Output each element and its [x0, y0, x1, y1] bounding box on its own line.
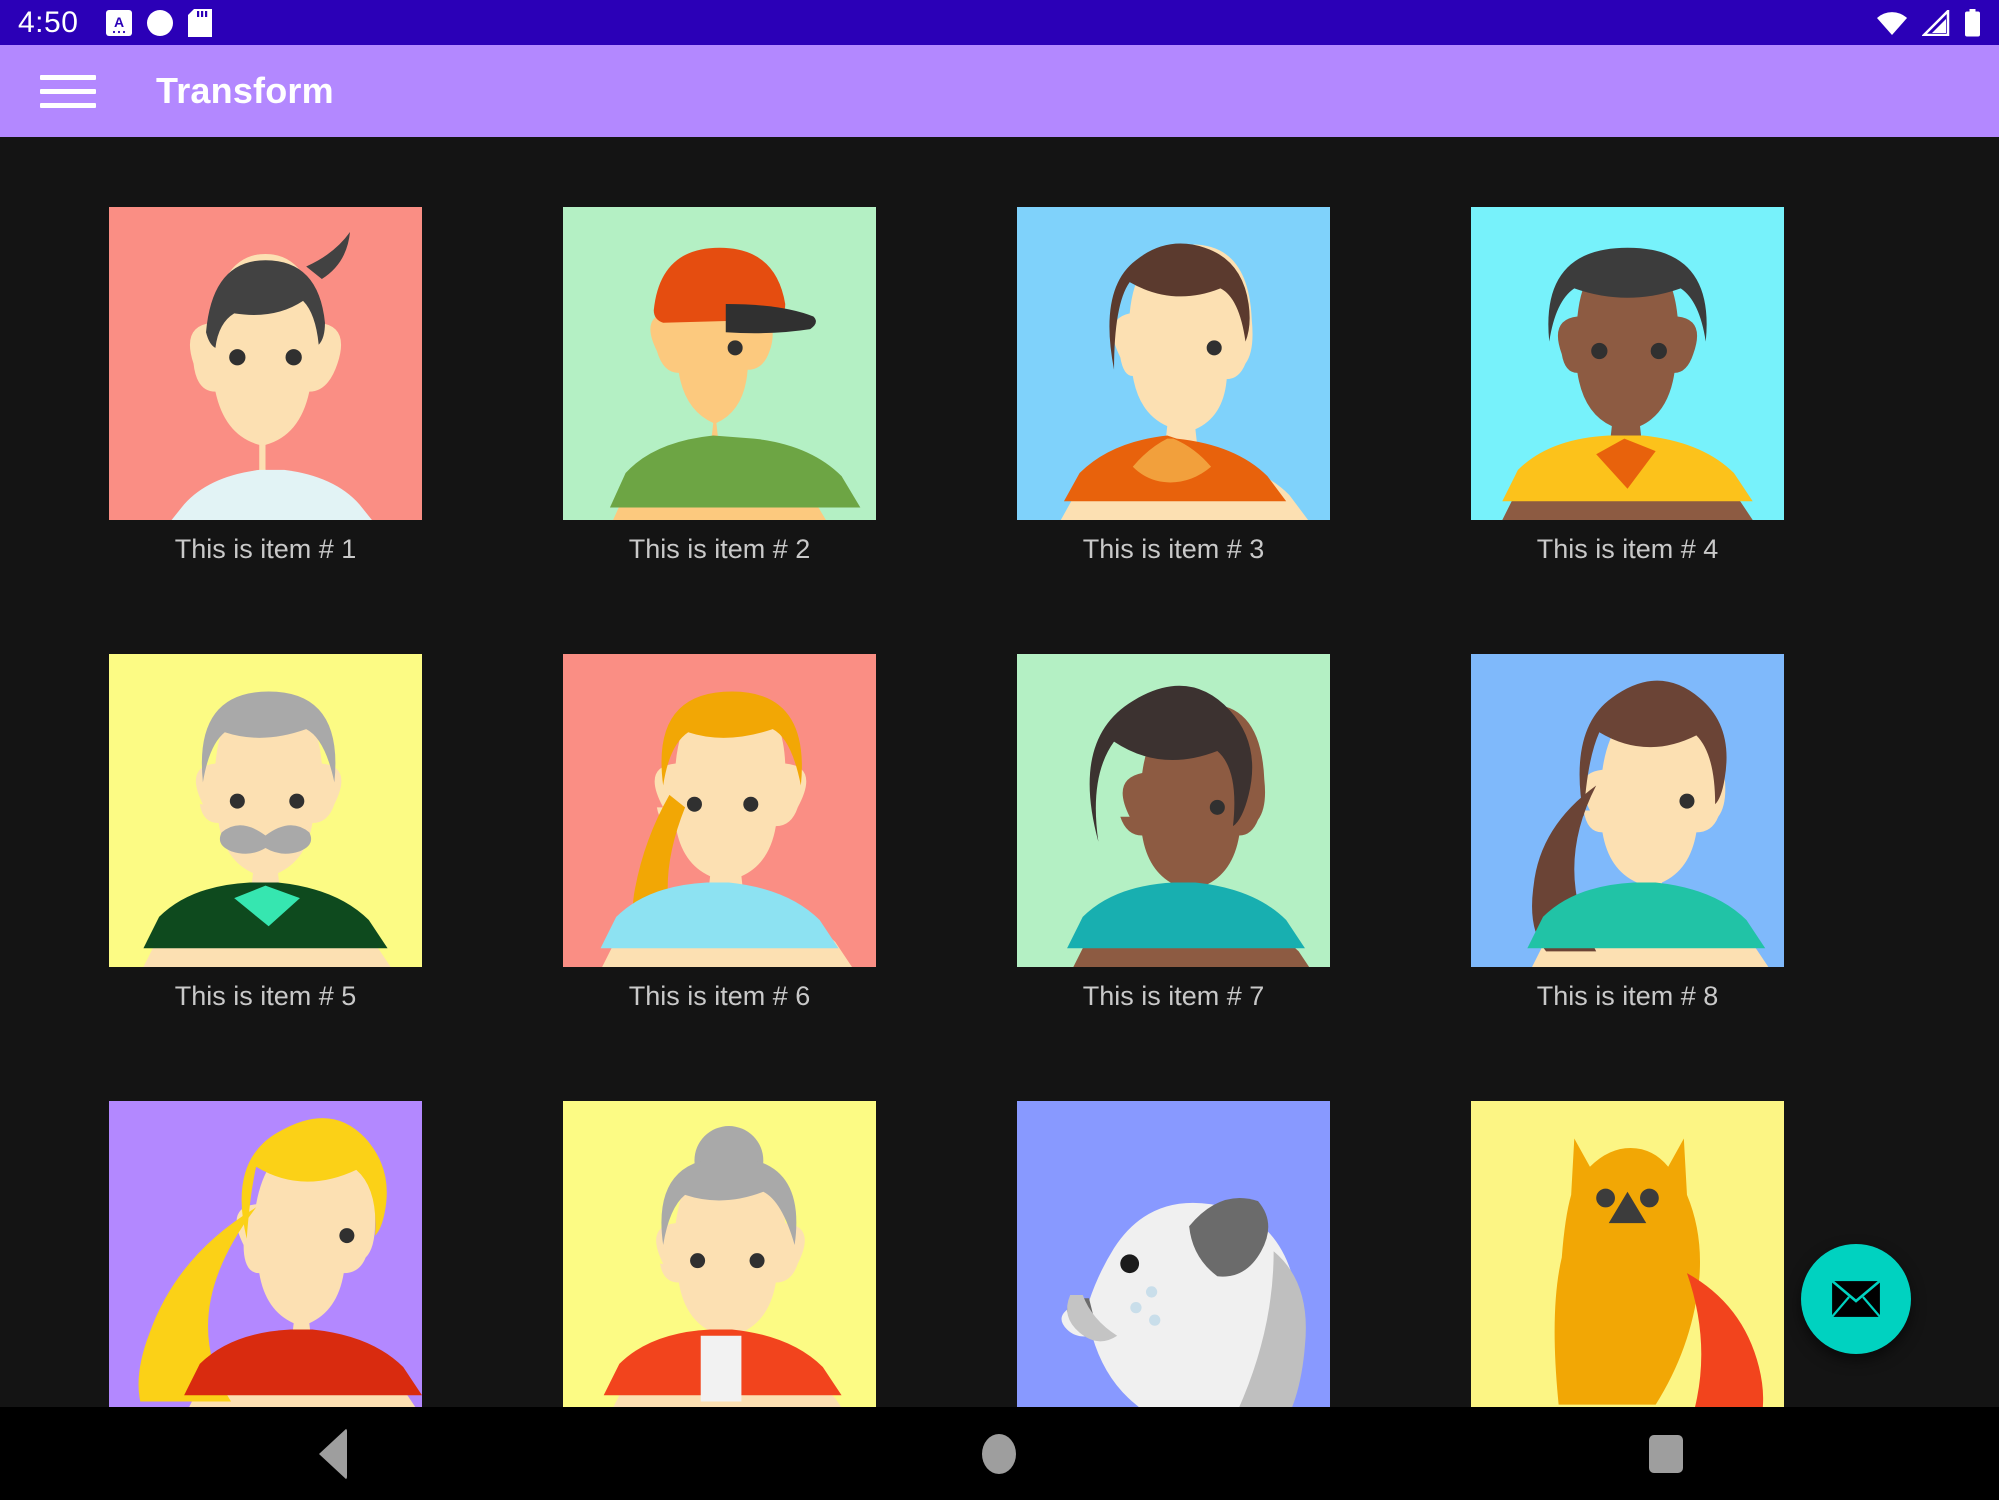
avatar-boy-dark-hair: [109, 207, 422, 520]
avatar-thumbnail[interactable]: [563, 654, 876, 967]
avatar-older-man-moustache: [109, 654, 422, 967]
avatar-thumbnail[interactable]: [563, 1101, 876, 1407]
grid-item[interactable]: This is item # 4: [1471, 207, 1784, 578]
system-navigation-bar: [0, 1407, 1999, 1500]
envelope-icon: [1830, 1279, 1882, 1319]
compose-fab-button[interactable]: [1801, 1244, 1911, 1354]
avatar-boy-orange-cap: [563, 207, 876, 520]
wifi-icon: [1877, 11, 1907, 35]
avatar-dog: [1017, 1101, 1330, 1407]
cell-signal-icon: [1922, 9, 1950, 36]
battery-icon: [1965, 8, 1980, 36]
avatar-thumbnail[interactable]: [1017, 654, 1330, 967]
avatar-thumbnail[interactable]: [1471, 654, 1784, 967]
grid-item[interactable]: This is item # 8: [1471, 654, 1784, 1025]
grid-item-label: This is item # 3: [1082, 534, 1265, 564]
avatar-thumbnail[interactable]: [1017, 207, 1330, 520]
avatar-woman-brown-bob: [1017, 207, 1330, 520]
avatar-woman-dark-hair: [1017, 654, 1330, 967]
status-bar-system-icons: [1876, 8, 1981, 37]
avatar-boy-afro: [1471, 207, 1784, 520]
svg-text:A: A: [114, 14, 124, 30]
back-triangle-icon: [319, 1427, 348, 1480]
avatar-thumbnail[interactable]: [1471, 207, 1784, 520]
alphabet-app-icon: A: [106, 9, 133, 36]
grid-item[interactable]: This is item # 11: [1017, 1101, 1330, 1407]
avatar-thumbnail[interactable]: [109, 1101, 422, 1407]
nav-home-button[interactable]: [939, 1407, 1059, 1500]
grid-item-label: This is item # 7: [1082, 981, 1265, 1011]
grid-item-label: This is item # 4: [1536, 534, 1719, 564]
avatar-grid-inner: This is item # 1 This is item # 2 This i…: [0, 137, 1999, 1407]
grid-item[interactable]: This is item # 12: [1471, 1101, 1784, 1407]
grid-item[interactable]: This is item # 1: [109, 207, 422, 578]
avatar-grandma-bun: [563, 1101, 876, 1407]
page-title: Transform: [156, 70, 334, 111]
avatar-thumbnail[interactable]: [1471, 1101, 1784, 1407]
nav-back-button[interactable]: [273, 1407, 393, 1500]
status-bar-clock: 4:50: [18, 6, 79, 39]
avatar-owl: [1471, 1101, 1784, 1407]
grid-item[interactable]: This is item # 10: [563, 1101, 876, 1407]
grid-item[interactable]: This is item # 7: [1017, 654, 1330, 1025]
status-bar: 4:50 A: [0, 0, 1999, 45]
avatar-woman-long-brown: [1471, 654, 1784, 967]
grid-item[interactable]: This is item # 6: [563, 654, 876, 1025]
grid-item-label: This is item # 8: [1536, 981, 1719, 1011]
sd-card-icon: [188, 8, 213, 37]
home-circle-icon: [982, 1433, 1017, 1474]
status-bar-notification-icons: A: [106, 8, 213, 37]
avatar-blonde-woman-red-top: [109, 1101, 422, 1407]
app-bar: Transform: [0, 45, 1999, 137]
avatar-thumbnail[interactable]: [563, 207, 876, 520]
recents-square-icon: [1648, 1434, 1683, 1473]
grid-item-label: This is item # 5: [174, 981, 357, 1011]
grid-item-label: This is item # 2: [628, 534, 811, 564]
grid-item[interactable]: This is item # 9: [109, 1101, 422, 1407]
grid-item-label: This is item # 6: [628, 981, 811, 1011]
avatar-thumbnail[interactable]: [109, 654, 422, 967]
grid-item[interactable]: This is item # 5: [109, 654, 422, 1025]
hamburger-menu-icon[interactable]: [40, 68, 96, 114]
grid-item[interactable]: This is item # 3: [1017, 207, 1330, 578]
avatar-thumbnail[interactable]: [109, 207, 422, 520]
app-root: 4:50 A Transform This is item # 1 This i…: [0, 0, 1999, 1500]
nav-recents-button[interactable]: [1606, 1407, 1726, 1500]
grid-item[interactable]: This is item # 2: [563, 207, 876, 578]
avatar-girl-blonde-ponytail: [563, 654, 876, 967]
avatar-thumbnail[interactable]: [1017, 1101, 1330, 1407]
contrast-circle-icon: [147, 9, 174, 36]
grid-item-label: This is item # 1: [174, 534, 357, 564]
avatar-grid[interactable]: This is item # 1 This is item # 2 This i…: [0, 137, 1999, 1407]
